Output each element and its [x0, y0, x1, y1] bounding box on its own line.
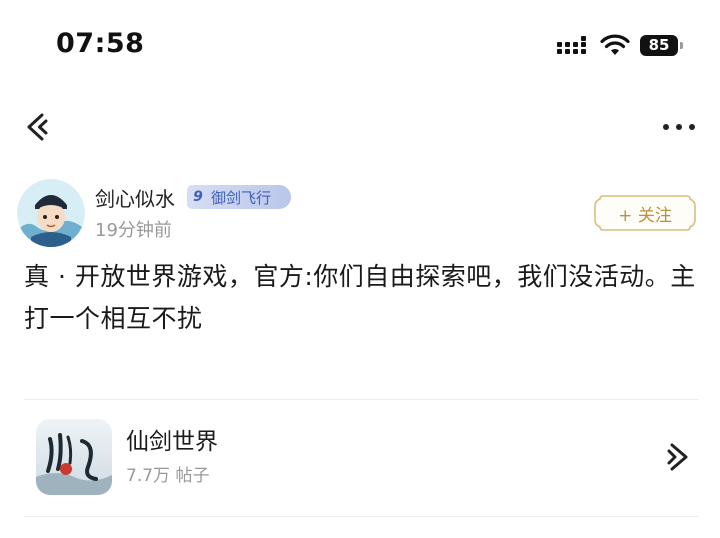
back-arrow-icon[interactable]	[24, 110, 54, 144]
battery-indicator: 85	[640, 35, 686, 57]
divider	[24, 516, 698, 517]
wifi-icon	[600, 34, 630, 55]
author-name[interactable]: 剑心似水	[95, 183, 175, 212]
divider	[24, 399, 698, 400]
cellular-signal-icon	[557, 36, 586, 54]
status-time: 07:58	[56, 28, 145, 59]
level-number: 9	[193, 189, 203, 205]
chevron-right-icon[interactable]	[664, 440, 692, 474]
battery-level: 85	[640, 35, 678, 56]
follow-button[interactable]: + 关注	[593, 194, 697, 232]
post-time: 19分钟前	[95, 220, 172, 241]
forum-post-count: 7.7万 帖子	[126, 466, 210, 486]
level-title: 御剑飞行	[211, 188, 272, 207]
post-content: 真 · 开放世界游戏，官方:你们自由探索吧，我们没活动。主打一个相互不扰	[24, 262, 696, 333]
more-dots-icon[interactable]	[662, 117, 696, 137]
forum-logo[interactable]	[36, 419, 112, 495]
forum-name[interactable]: 仙剑世界	[126, 422, 218, 456]
level-badge: 9 御剑飞行	[187, 185, 291, 209]
avatar[interactable]	[17, 179, 85, 247]
follow-label: + 关注	[618, 205, 672, 226]
